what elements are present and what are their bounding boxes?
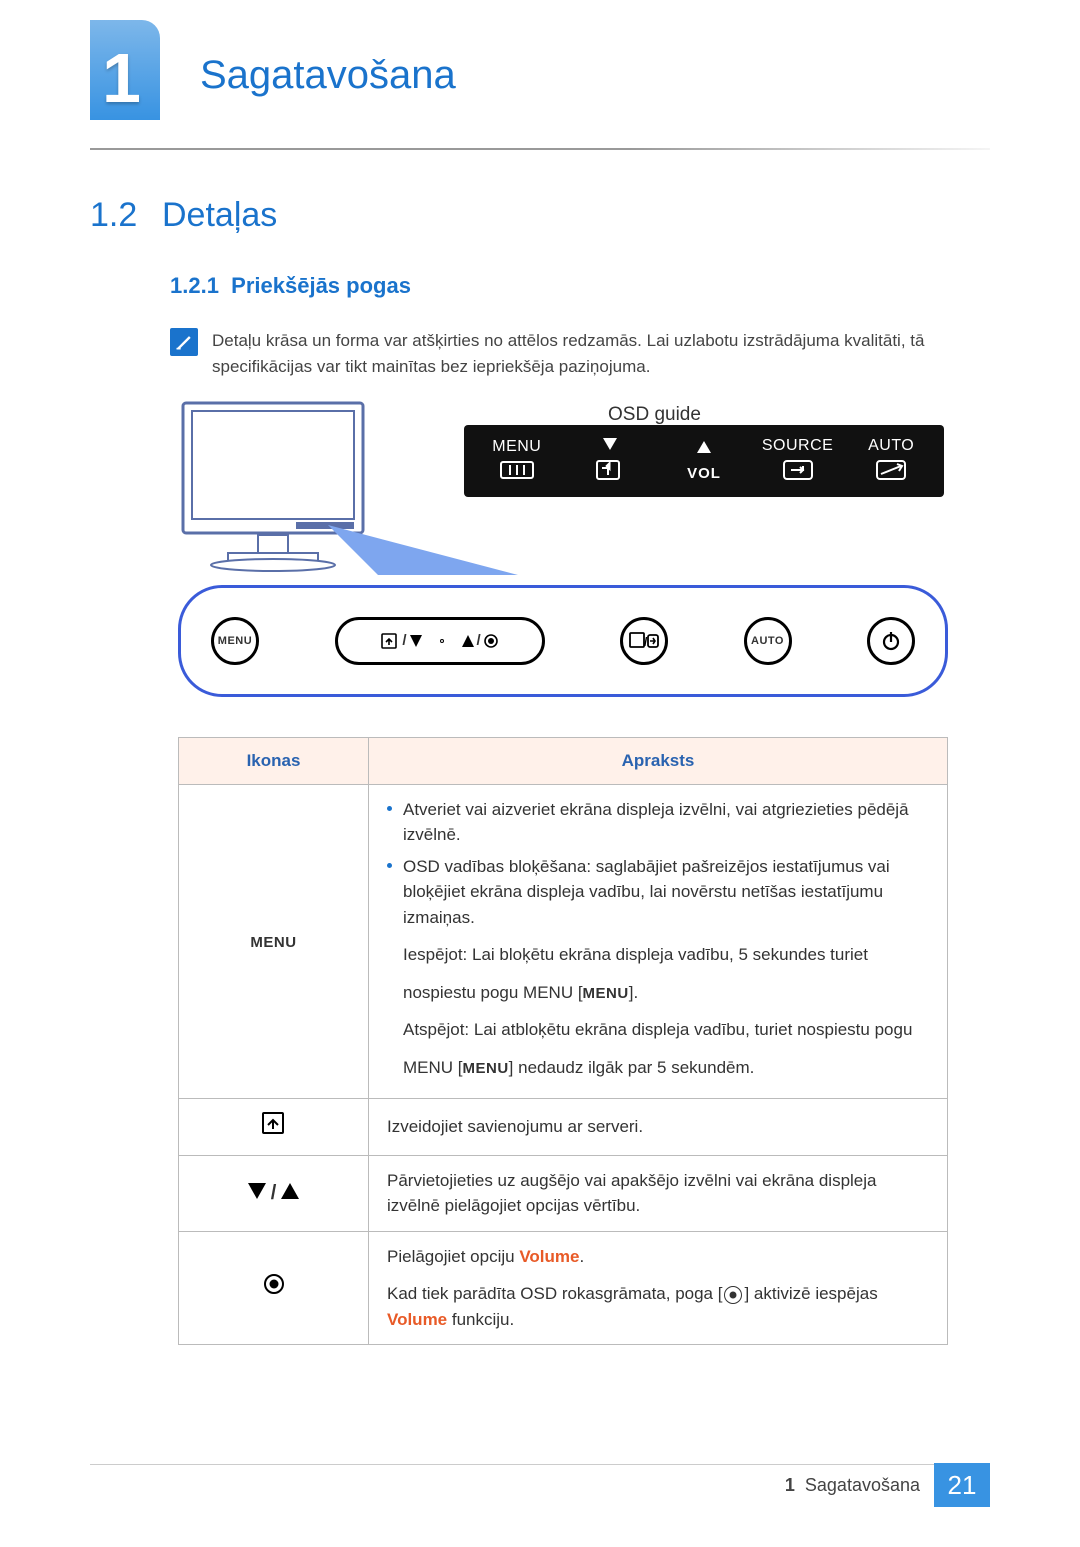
footer-chapter-title: Sagatavošana: [805, 1475, 920, 1495]
chapter-tab: 1: [90, 20, 180, 130]
cell-desc-server: Izveidojiet savienojumu ar serveri.: [369, 1099, 948, 1156]
triangle-down-icon: [248, 1183, 266, 1199]
figure-front-buttons: OSD guide MENU VOL SOURCE: [178, 395, 948, 715]
up-record-icon: /: [462, 630, 498, 653]
cell-desc-updown: Pārvietojieties uz augšējo vai apakšējo …: [369, 1155, 948, 1231]
chapter-title: Sagatavošana: [200, 45, 456, 105]
cell-icon-menu: MENU: [179, 784, 369, 1099]
cell-desc-menu: Atveriet vai aizveriet ekrāna displeja i…: [369, 784, 948, 1099]
button-auto[interactable]: AUTO: [744, 617, 792, 665]
footer: 1 Sagatavošana 21: [785, 1463, 990, 1507]
record-inline-icon: [724, 1286, 742, 1304]
front-button-panel: MENU / / / AUTO: [178, 585, 948, 697]
server-icon: [261, 1111, 287, 1135]
osd-source: SOURCE: [751, 434, 845, 488]
chapter-header: 1 Sagatavošana: [90, 20, 990, 130]
buttons-description-table: Ikonas Apraksts MENU Atveriet vai aizver…: [178, 737, 948, 1345]
osd-guide-panel: MENU VOL SOURCE: [464, 425, 944, 497]
button-menu[interactable]: MENU: [211, 617, 259, 665]
table-row: Pielāgojiet opciju Volume. Kad tiek parā…: [179, 1231, 948, 1345]
note: Detaļu krāsa un forma var atšķirties no …: [170, 328, 990, 379]
footer-chapter-num: 1: [785, 1475, 795, 1495]
section-heading: 1.2Detaļas: [90, 190, 990, 241]
osd-up-vol: VOL: [657, 437, 751, 486]
cell-desc-record: Pielāgojiet opciju Volume. Kad tiek parā…: [369, 1231, 948, 1345]
button-nav-pill[interactable]: / /: [335, 617, 545, 665]
cell-icon-record: [179, 1231, 369, 1345]
divider: [90, 148, 990, 150]
callout-shape: [328, 515, 518, 575]
subsection-heading: 1.2.1 Priekšējās pogas: [170, 269, 990, 302]
button-power[interactable]: [867, 617, 915, 665]
table-row: MENU Atveriet vai aizveriet ekrāna displ…: [179, 784, 948, 1099]
triangle-up-icon: [281, 1183, 299, 1199]
page-number: 21: [934, 1463, 990, 1507]
note-icon: [170, 328, 198, 356]
osd-menu: MENU: [470, 435, 564, 487]
record-icon: [263, 1273, 285, 1295]
th-icons: Ikonas: [179, 738, 369, 785]
table-row: Izveidojiet savienojumu ar serveri.: [179, 1099, 948, 1156]
osd-auto: AUTO: [844, 434, 938, 488]
table-row: / Pārvietojieties uz augšējo vai apakšēj…: [179, 1155, 948, 1231]
osd-down: [564, 434, 658, 488]
dot-icon: [440, 639, 444, 643]
chapter-number: 1: [102, 26, 141, 131]
server-up-icon: /: [381, 630, 421, 653]
note-text: Detaļu krāsa un forma var atšķirties no …: [212, 328, 990, 379]
cell-icon-updown: /: [179, 1155, 369, 1231]
cell-icon-server: [179, 1099, 369, 1156]
button-source-enter[interactable]: /: [620, 617, 668, 665]
th-desc: Apraksts: [369, 738, 948, 785]
